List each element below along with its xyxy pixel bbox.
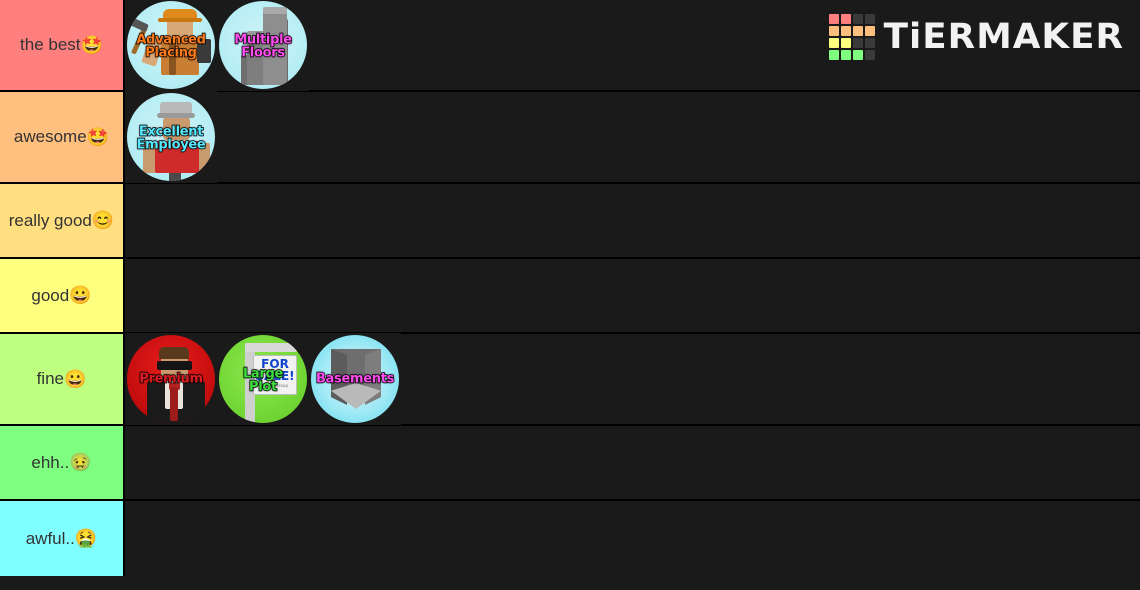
tier-label-emoji: 🤩 [86, 126, 110, 147]
item-caption: Premium [125, 371, 217, 387]
logo-grid-cell-11 [865, 38, 876, 48]
logo-grid-cell-5 [841, 26, 852, 36]
tier-row-awesome: awesome 🤩 Excellent Employee [0, 91, 1140, 184]
logo-grid-cell-12 [829, 50, 840, 60]
tier-row-reallygood: really good 😊 [0, 184, 1140, 259]
tier-label-emoji: 🤮 [74, 528, 98, 549]
tiermaker-logo: TiERMAKER [829, 14, 1125, 60]
tier-items-3[interactable] [125, 259, 1140, 332]
item-caption-line: Floors [241, 45, 286, 61]
logo-grid-cell-14 [853, 50, 864, 60]
tier-label-text: really good [8, 210, 92, 230]
tiermaker-logo-grid [829, 14, 876, 60]
logo-grid-cell-3 [865, 14, 876, 24]
tier-label-text: good [31, 285, 70, 305]
tier-rows: the best 🤩 Advanced Placing Multiple Floors a… [0, 0, 1140, 576]
logo-grid-cell-0 [829, 14, 840, 24]
item-caption: Multiple Floors [217, 33, 309, 61]
tier-label-emoji: 🤩 [80, 34, 103, 55]
tier-label-4[interactable]: fine 😀 [0, 334, 125, 424]
tier-label-0[interactable]: the best 🤩 [0, 0, 125, 90]
item-caption-line: Placing [145, 45, 198, 61]
logo-grid-cell-9 [841, 38, 852, 48]
logo-grid-cell-10 [853, 38, 864, 48]
tier-label-text: fine [36, 369, 64, 389]
tier-label-emoji: 😀 [69, 285, 92, 306]
tier-label-3[interactable]: good 😀 [0, 259, 125, 332]
tier-row-good: good 😀 [0, 259, 1140, 334]
item-caption-line: Employee [136, 137, 207, 153]
item-caption-line: Plot [248, 379, 278, 395]
logo-grid-cell-1 [841, 14, 852, 24]
tier-item[interactable]: Excellent Employee [125, 91, 217, 183]
tier-row-ehh: ehh.. 🤢 [0, 426, 1140, 501]
tier-items-5[interactable] [125, 426, 1140, 499]
tier-label-text: ehh.. [31, 452, 70, 472]
tier-items-6[interactable] [125, 501, 1140, 576]
tier-list: TiERMAKER the best 🤩 Advanced Placing Multi… [0, 0, 1140, 590]
tier-label-text: the best [20, 35, 81, 55]
item-caption: Large Plot [217, 367, 309, 395]
tier-row-fine: fine 😀 Premium FOR SALE! Realty Group Large Pl… [0, 333, 1140, 426]
tier-items-1[interactable]: Excellent Employee [125, 91, 1140, 183]
item-caption: Advanced Placing [125, 33, 217, 61]
tier-item[interactable]: Multiple Floors [217, 0, 309, 91]
item-caption-line: Basements [315, 371, 395, 387]
tier-label-text: awesome [13, 127, 87, 147]
tier-items-4[interactable]: Premium FOR SALE! Realty Group Large Plot Base… [125, 333, 1140, 425]
tier-label-6[interactable]: awful.. 🤮 [0, 501, 125, 576]
tier-label-1[interactable]: awesome 🤩 [0, 92, 125, 182]
tier-label-2[interactable]: really good 😊 [0, 184, 125, 257]
tier-label-emoji: 😀 [64, 368, 87, 389]
logo-grid-cell-7 [865, 26, 876, 36]
tier-label-emoji: 😊 [91, 210, 115, 231]
logo-grid-cell-15 [865, 50, 876, 60]
tier-item[interactable]: Advanced Placing [125, 0, 217, 91]
item-caption-line: Premium [139, 371, 204, 387]
logo-grid-cell-2 [853, 14, 864, 24]
tier-items-2[interactable] [125, 184, 1140, 257]
tiermaker-wordmark: TiERMAKER [884, 16, 1125, 57]
item-caption: Excellent Employee [125, 125, 217, 153]
logo-grid-cell-6 [853, 26, 864, 36]
logo-grid-cell-8 [829, 38, 840, 48]
tier-label-text: awful.. [25, 528, 75, 548]
tier-label-emoji: 🤢 [69, 452, 92, 473]
tier-item[interactable]: FOR SALE! Realty Group Large Plot [217, 333, 309, 425]
tier-label-5[interactable]: ehh.. 🤢 [0, 426, 125, 499]
logo-grid-cell-4 [829, 26, 840, 36]
tier-row-awful: awful.. 🤮 [0, 501, 1140, 576]
tier-item[interactable]: Basements [309, 333, 401, 425]
tier-item[interactable]: Premium [125, 333, 217, 425]
logo-grid-cell-13 [841, 50, 852, 60]
item-caption: Basements [309, 371, 401, 387]
